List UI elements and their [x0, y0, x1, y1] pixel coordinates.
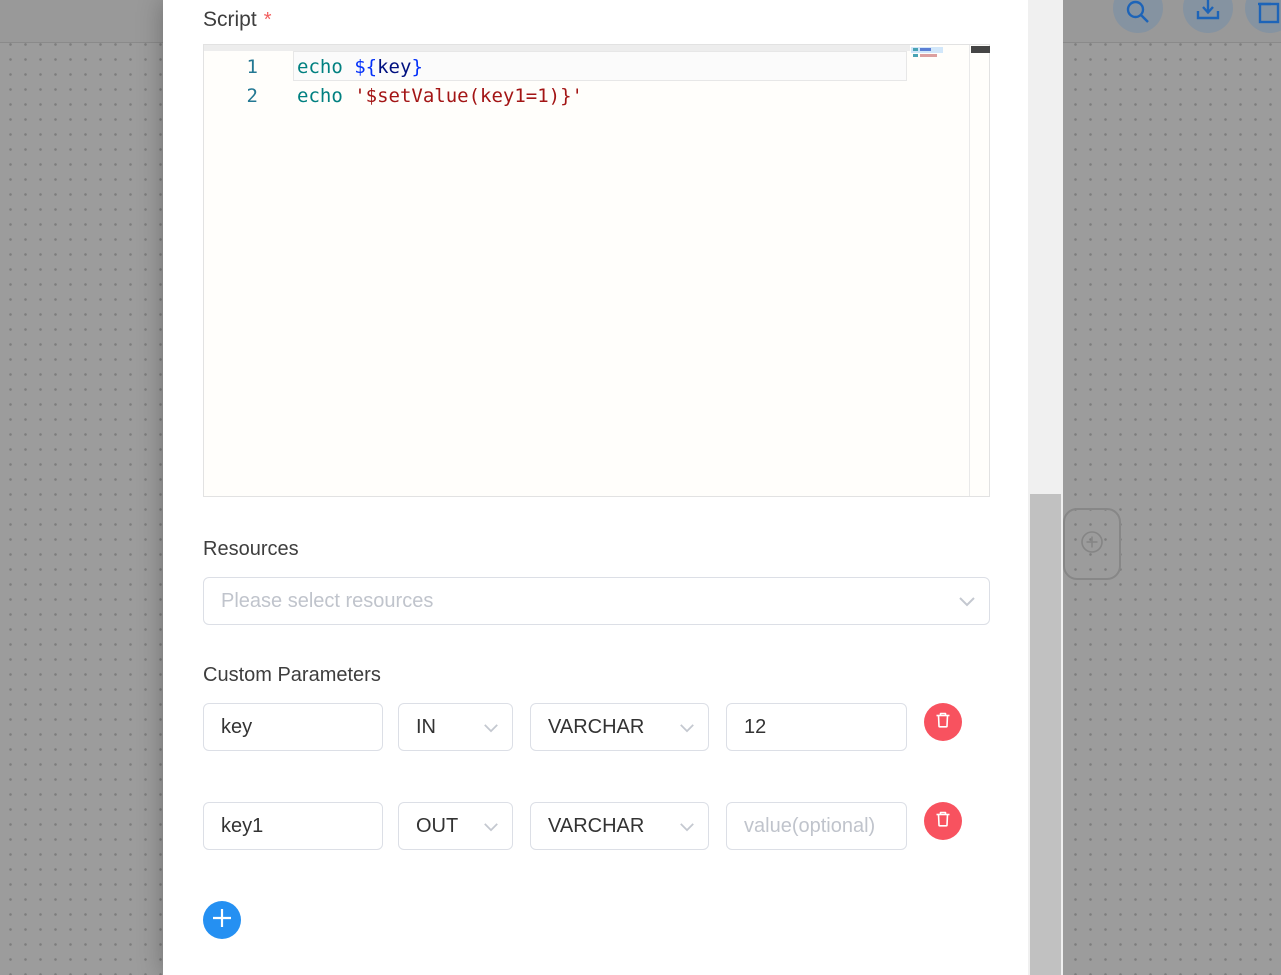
param-type-value: VARCHAR	[548, 716, 644, 739]
editor-divider	[969, 45, 970, 496]
code-token	[343, 56, 354, 78]
script-code-editor[interactable]: 1 2 echo ${key} echo '$setValue(key1=1)}…	[203, 44, 990, 497]
param-direction-value: IN	[416, 716, 436, 739]
chevron-down-icon	[679, 815, 695, 838]
chevron-down-icon	[483, 716, 499, 739]
required-marker: *	[264, 9, 272, 31]
code-token: }	[411, 56, 422, 78]
plus-circle-icon	[1079, 529, 1105, 560]
delete-node-button[interactable]	[1245, 0, 1281, 33]
delete-param-row-button[interactable]	[924, 703, 962, 741]
code-token: '$setValue(key1=1)}'	[354, 85, 583, 107]
delete-param-row-button[interactable]	[924, 802, 962, 840]
drawer-scrollbar-thumb[interactable]	[1030, 494, 1061, 975]
plus-icon	[211, 907, 233, 934]
code-token: echo	[297, 85, 343, 107]
code-token: key	[377, 56, 411, 78]
code-token	[343, 85, 354, 107]
param-row-2-name-field	[203, 802, 383, 850]
param-type-select[interactable]: VARCHAR	[530, 802, 709, 850]
minimap-mark	[913, 54, 918, 57]
task-edit-drawer: Script * 1 2 echo ${key} echo '$setValue(…	[163, 0, 1028, 975]
code-line: echo ${key}	[297, 53, 423, 81]
code-line: echo '$setValue(key1=1)}'	[297, 82, 583, 110]
param-row-1-name-field	[203, 703, 383, 751]
resources-field-label: Resources	[203, 538, 299, 561]
resources-placeholder: Please select resources	[221, 590, 433, 613]
trash-icon	[933, 710, 953, 735]
drawer-scrollbar-track[interactable]	[1028, 0, 1063, 975]
script-field-label: Script *	[203, 8, 271, 32]
param-type-value: VARCHAR	[548, 815, 644, 838]
code-token: echo	[297, 56, 343, 78]
minimap-mark	[920, 48, 931, 51]
param-name-input[interactable]	[203, 802, 383, 850]
param-direction-select[interactable]: OUT	[398, 802, 513, 850]
param-row-1-value-field	[726, 703, 907, 751]
minimap-mark	[913, 48, 918, 51]
chevron-down-icon	[958, 590, 976, 613]
code-token: ${	[354, 56, 377, 78]
trash-icon	[933, 809, 953, 834]
chevron-down-icon	[679, 716, 695, 739]
param-type-select[interactable]: VARCHAR	[530, 703, 709, 751]
param-direction-value: OUT	[416, 815, 458, 838]
param-value-input[interactable]	[726, 802, 907, 850]
custom-parameters-label: Custom Parameters	[203, 664, 381, 687]
resources-select[interactable]: Please select resources	[203, 577, 990, 625]
search-button[interactable]	[1113, 0, 1163, 33]
minimap-mark	[920, 54, 937, 57]
add-param-button[interactable]	[203, 901, 241, 939]
chevron-down-icon	[483, 815, 499, 838]
param-row-2-value-field	[726, 802, 907, 850]
param-direction-select[interactable]: IN	[398, 703, 513, 751]
canvas-add-node-card[interactable]	[1063, 508, 1121, 580]
download-button[interactable]	[1183, 0, 1233, 33]
editor-minimap[interactable]	[909, 45, 969, 496]
param-name-input[interactable]	[203, 703, 383, 751]
editor-scrollbar-thumb[interactable]	[971, 46, 990, 53]
line-number: 1	[204, 53, 258, 81]
script-label-text: Script	[203, 8, 257, 31]
line-number: 2	[204, 82, 258, 110]
param-value-input[interactable]	[726, 703, 907, 751]
